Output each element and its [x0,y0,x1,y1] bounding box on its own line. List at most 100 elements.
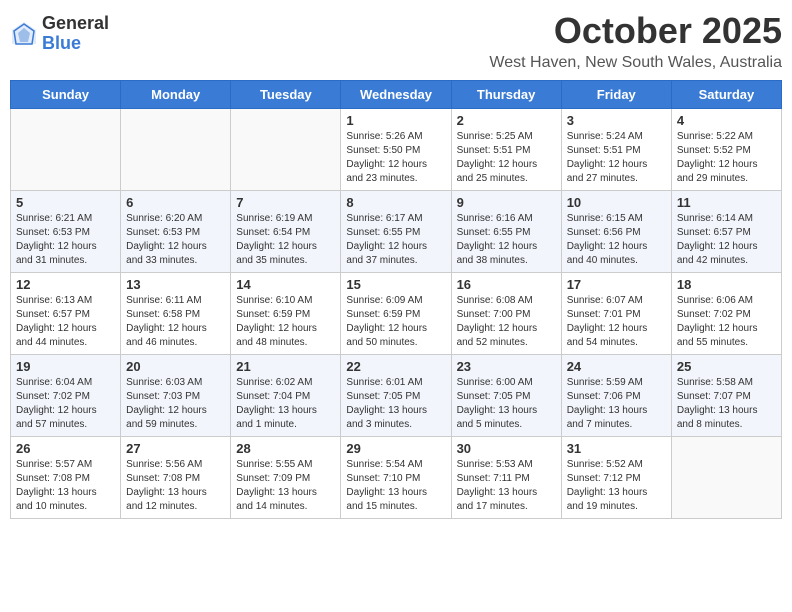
day-info: Sunrise: 5:26 AM Sunset: 5:50 PM Dayligh… [346,130,445,186]
calendar-cell: 29Sunrise: 5:54 AM Sunset: 7:10 PM Dayli… [341,437,451,519]
day-number: 9 [457,195,556,210]
weekday-saturday: Saturday [671,81,781,109]
day-number: 13 [126,277,225,292]
logo-general-text: General [42,14,109,34]
calendar-cell: 23 Sunrise: 6:00 AM Sunset: 7:05 PM Dayli… [451,355,561,437]
week-row-2: 5Sunrise: 6:21 AM Sunset: 6:53 PM Daylig… [11,191,782,273]
day-info: Sunrise: 6:08 AM Sunset: 7:00 PM Dayligh… [457,294,556,350]
day-number: 3 [567,113,666,128]
weekday-thursday: Thursday [451,81,561,109]
month-title: October 2025 [489,10,782,52]
day-number: 6 [126,195,225,210]
week-row-5: 26 Sunrise: 5:57 AM Sunset: 7:08 PM Dayli… [11,437,782,519]
day-info: Sunrise: 5:24 AM Sunset: 5:51 PM Dayligh… [567,130,666,186]
calendar-cell [121,109,231,191]
day-info: Sunrise: 5:58 AM Sunset: 7:07 PM Dayligh… [677,376,776,432]
calendar-cell: 13 Sunrise: 6:11 AM Sunset: 6:58 PM Dayli… [121,273,231,355]
calendar-cell: 6 Sunrise: 6:20 AM Sunset: 6:53 PM Daylig… [121,191,231,273]
day-info: Sunrise: 6:10 AM Sunset: 6:59 PM Dayligh… [236,294,335,350]
calendar-cell: 9 Sunrise: 6:16 AM Sunset: 6:55 PM Daylig… [451,191,561,273]
calendar-cell [11,109,121,191]
day-number: 27 [126,441,225,456]
day-info: Sunrise: 5:53 AM Sunset: 7:11 PM Dayligh… [457,458,556,514]
day-info: Sunrise: 6:09 AM Sunset: 6:59 PM Dayligh… [346,294,445,350]
calendar-cell [671,437,781,519]
title-area: October 2025 West Haven, New South Wales… [489,10,782,72]
calendar-cell: 28 Sunrise: 5:55 AM Sunset: 7:09 PM Dayli… [231,437,341,519]
week-row-4: 19 Sunrise: 6:04 AM Sunset: 7:02 PM Dayli… [11,355,782,437]
day-number: 22 [346,359,445,374]
day-info: Sunrise: 5:59 AM Sunset: 7:06 PM Dayligh… [567,376,666,432]
location-title: West Haven, New South Wales, Australia [489,54,782,72]
weekday-friday: Friday [561,81,671,109]
day-info: Sunrise: 6:00 AM Sunset: 7:05 PM Dayligh… [457,376,556,432]
weekday-monday: Monday [121,81,231,109]
calendar-cell: 16 Sunrise: 6:08 AM Sunset: 7:00 PM Dayli… [451,273,561,355]
calendar-cell: 21Sunrise: 6:02 AM Sunset: 7:04 PM Dayli… [231,355,341,437]
weekday-wednesday: Wednesday [341,81,451,109]
logo-text: General Blue [42,14,109,54]
day-number: 7 [236,195,335,210]
day-number: 24 [567,359,666,374]
day-number: 30 [457,441,556,456]
day-number: 23 [457,359,556,374]
calendar-cell: 1 Sunrise: 5:26 AM Sunset: 5:50 PM Daylig… [341,109,451,191]
calendar-cell: 10Sunrise: 6:15 AM Sunset: 6:56 PM Dayli… [561,191,671,273]
day-info: Sunrise: 6:20 AM Sunset: 6:53 PM Dayligh… [126,212,225,268]
day-info: Sunrise: 6:11 AM Sunset: 6:58 PM Dayligh… [126,294,225,350]
day-number: 25 [677,359,776,374]
day-number: 15 [346,277,445,292]
calendar-cell: 31Sunrise: 5:52 AM Sunset: 7:12 PM Dayli… [561,437,671,519]
logo: General Blue [10,14,109,54]
day-info: Sunrise: 6:16 AM Sunset: 6:55 PM Dayligh… [457,212,556,268]
calendar-cell: 22Sunrise: 6:01 AM Sunset: 7:05 PM Dayli… [341,355,451,437]
calendar-cell: 17Sunrise: 6:07 AM Sunset: 7:01 PM Dayli… [561,273,671,355]
day-number: 1 [346,113,445,128]
day-info: Sunrise: 5:25 AM Sunset: 5:51 PM Dayligh… [457,130,556,186]
calendar-cell: 3 Sunrise: 5:24 AM Sunset: 5:51 PM Daylig… [561,109,671,191]
calendar-cell: 11 Sunrise: 6:14 AM Sunset: 6:57 PM Dayli… [671,191,781,273]
day-number: 4 [677,113,776,128]
calendar-cell: 8 Sunrise: 6:17 AM Sunset: 6:55 PM Daylig… [341,191,451,273]
calendar-cell: 18 Sunrise: 6:06 AM Sunset: 7:02 PM Dayli… [671,273,781,355]
day-number: 5 [16,195,115,210]
logo-blue-text: Blue [42,34,109,54]
calendar-cell: 25 Sunrise: 5:58 AM Sunset: 7:07 PM Dayli… [671,355,781,437]
calendar-cell: 30 Sunrise: 5:53 AM Sunset: 7:11 PM Dayli… [451,437,561,519]
day-info: Sunrise: 5:55 AM Sunset: 7:09 PM Dayligh… [236,458,335,514]
day-info: Sunrise: 6:03 AM Sunset: 7:03 PM Dayligh… [126,376,225,432]
day-number: 31 [567,441,666,456]
day-number: 2 [457,113,556,128]
day-number: 19 [16,359,115,374]
day-info: Sunrise: 6:19 AM Sunset: 6:54 PM Dayligh… [236,212,335,268]
day-info: Sunrise: 6:06 AM Sunset: 7:02 PM Dayligh… [677,294,776,350]
day-number: 11 [677,195,776,210]
day-info: Sunrise: 5:22 AM Sunset: 5:52 PM Dayligh… [677,130,776,186]
day-info: Sunrise: 6:14 AM Sunset: 6:57 PM Dayligh… [677,212,776,268]
day-info: Sunrise: 6:17 AM Sunset: 6:55 PM Dayligh… [346,212,445,268]
day-number: 18 [677,277,776,292]
day-number: 14 [236,277,335,292]
day-number: 29 [346,441,445,456]
day-info: Sunrise: 6:07 AM Sunset: 7:01 PM Dayligh… [567,294,666,350]
day-number: 20 [126,359,225,374]
calendar-cell: 20 Sunrise: 6:03 AM Sunset: 7:03 PM Dayli… [121,355,231,437]
calendar-cell: 5Sunrise: 6:21 AM Sunset: 6:53 PM Daylig… [11,191,121,273]
day-number: 21 [236,359,335,374]
day-info: Sunrise: 6:04 AM Sunset: 7:02 PM Dayligh… [16,376,115,432]
week-row-1: 1 Sunrise: 5:26 AM Sunset: 5:50 PM Daylig… [11,109,782,191]
day-info: Sunrise: 5:57 AM Sunset: 7:08 PM Dayligh… [16,458,115,514]
day-number: 10 [567,195,666,210]
day-number: 16 [457,277,556,292]
header: General Blue October 2025 West Haven, Ne… [10,10,782,72]
day-number: 26 [16,441,115,456]
calendar-body: 1 Sunrise: 5:26 AM Sunset: 5:50 PM Daylig… [11,109,782,519]
day-info: Sunrise: 5:56 AM Sunset: 7:08 PM Dayligh… [126,458,225,514]
calendar-cell: 2 Sunrise: 5:25 AM Sunset: 5:51 PM Daylig… [451,109,561,191]
weekday-header-row: SundayMondayTuesdayWednesdayThursdayFrid… [11,81,782,109]
day-number: 8 [346,195,445,210]
calendar-cell [231,109,341,191]
calendar-cell: 15 Sunrise: 6:09 AM Sunset: 6:59 PM Dayli… [341,273,451,355]
week-row-3: 12Sunrise: 6:13 AM Sunset: 6:57 PM Dayli… [11,273,782,355]
day-number: 28 [236,441,335,456]
